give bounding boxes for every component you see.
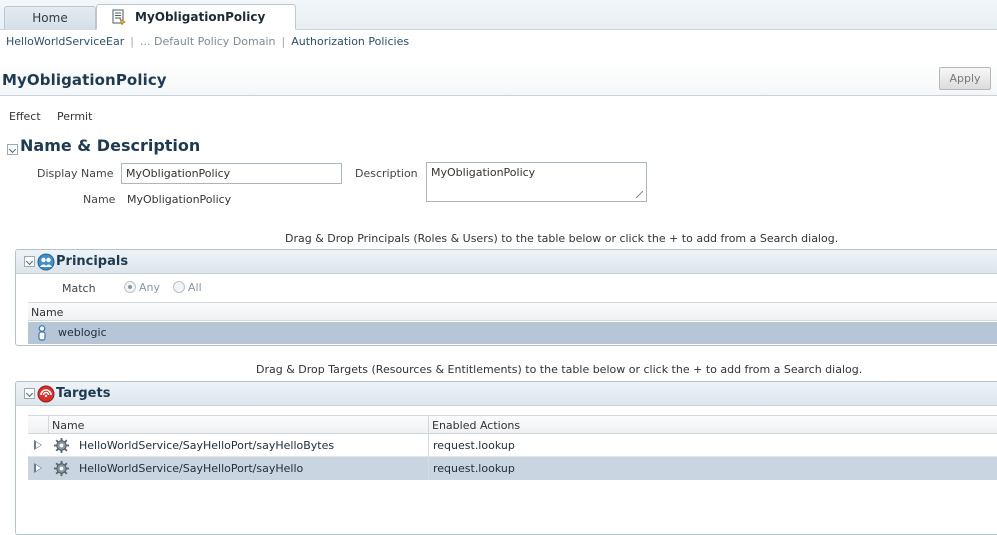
breadcrumb-item-ear[interactable]: HelloWorldServiceEar	[6, 35, 124, 48]
targets-collapse-icon[interactable]	[24, 388, 35, 399]
policy-document-icon	[111, 9, 127, 26]
display-name-label: Display Name	[37, 167, 114, 180]
description-label: Description	[355, 167, 418, 180]
description-text: MyObligationPolicy	[431, 166, 536, 179]
principals-header: Principals	[16, 250, 997, 274]
target-name: HelloWorldService/SayHelloPort/sayHello	[79, 462, 304, 475]
match-label: Match	[62, 282, 96, 295]
target-actions: request.lookup	[433, 462, 515, 475]
table-row[interactable]: HelloWorldService/SayHelloPort/sayHelloB…	[28, 434, 997, 457]
target-actions: request.lookup	[433, 439, 515, 452]
name-value: MyObligationPolicy	[127, 193, 232, 206]
radio-empty-icon	[173, 281, 185, 293]
tab-my-obligation-policy[interactable]: MyObligationPolicy	[96, 4, 296, 30]
match-all-radio[interactable]: All	[173, 281, 202, 294]
apply-button[interactable]: Apply	[939, 67, 991, 90]
table-row[interactable]: HelloWorldService/SayHelloPort/sayHello …	[28, 457, 997, 480]
display-name-field[interactable]: MyObligationPolicy	[121, 163, 342, 184]
targets-hint: Drag & Drop Targets (Resources & Entitle…	[256, 363, 863, 376]
tab-label: MyObligationPolicy	[135, 10, 266, 24]
user-icon	[37, 325, 47, 341]
gear-icon	[53, 437, 70, 454]
description-field[interactable]: MyObligationPolicy	[426, 162, 647, 202]
breadcrumb: HelloWorldServiceEar | ... Default Policy …	[6, 35, 409, 48]
expand-triangle-icon[interactable]	[34, 440, 42, 450]
table-row[interactable]: weblogic	[28, 322, 997, 344]
column-divider[interactable]	[428, 416, 429, 433]
targets-title: Targets	[56, 386, 111, 401]
principals-hint: Drag & Drop Principals (Roles & Users) t…	[285, 232, 839, 245]
principal-name: weblogic	[58, 326, 107, 339]
cell-divider	[428, 457, 429, 480]
column-divider	[48, 416, 49, 433]
breadcrumb-separator: |	[281, 35, 286, 48]
page-title: MyObligationPolicy	[2, 71, 167, 89]
match-any-label: Any	[139, 281, 161, 294]
breadcrumb-item-authorization-policies[interactable]: Authorization Policies	[291, 35, 409, 48]
breadcrumb-item-domain[interactable]: ... Default Policy Domain	[140, 35, 276, 48]
name-description-collapse-icon[interactable]	[7, 143, 18, 155]
principals-group-icon	[37, 253, 55, 271]
target-name: HelloWorldService/SayHelloPort/sayHelloB…	[79, 439, 335, 452]
resize-grip-icon[interactable]	[636, 191, 643, 198]
match-all-label: All	[188, 281, 202, 294]
expand-triangle-icon[interactable]	[34, 463, 42, 473]
targets-header: Targets	[16, 382, 997, 406]
match-any-radio[interactable]: Any	[124, 281, 160, 294]
principals-name-column: Name	[31, 306, 64, 319]
effect-label: Effect	[9, 110, 41, 123]
targets-column-header[interactable]: Name Enabled Actions	[28, 415, 997, 434]
cell-divider	[428, 434, 429, 457]
tab-home[interactable]: Home	[4, 6, 96, 30]
effect-value: Permit	[57, 110, 93, 123]
principals-column-header[interactable]: Name	[28, 302, 997, 321]
principals-title: Principals	[56, 254, 129, 269]
radio-selected-icon	[124, 281, 136, 293]
targets-name-column[interactable]: Name	[52, 419, 84, 432]
principals-collapse-icon[interactable]	[24, 256, 35, 267]
breadcrumb-separator: |	[130, 35, 134, 48]
targets-actions-column[interactable]: Enabled Actions	[432, 419, 520, 432]
gear-icon	[53, 460, 70, 477]
targets-resource-icon	[37, 385, 55, 403]
name-label: Name	[83, 193, 116, 206]
name-description-heading: Name & Description	[20, 136, 201, 155]
